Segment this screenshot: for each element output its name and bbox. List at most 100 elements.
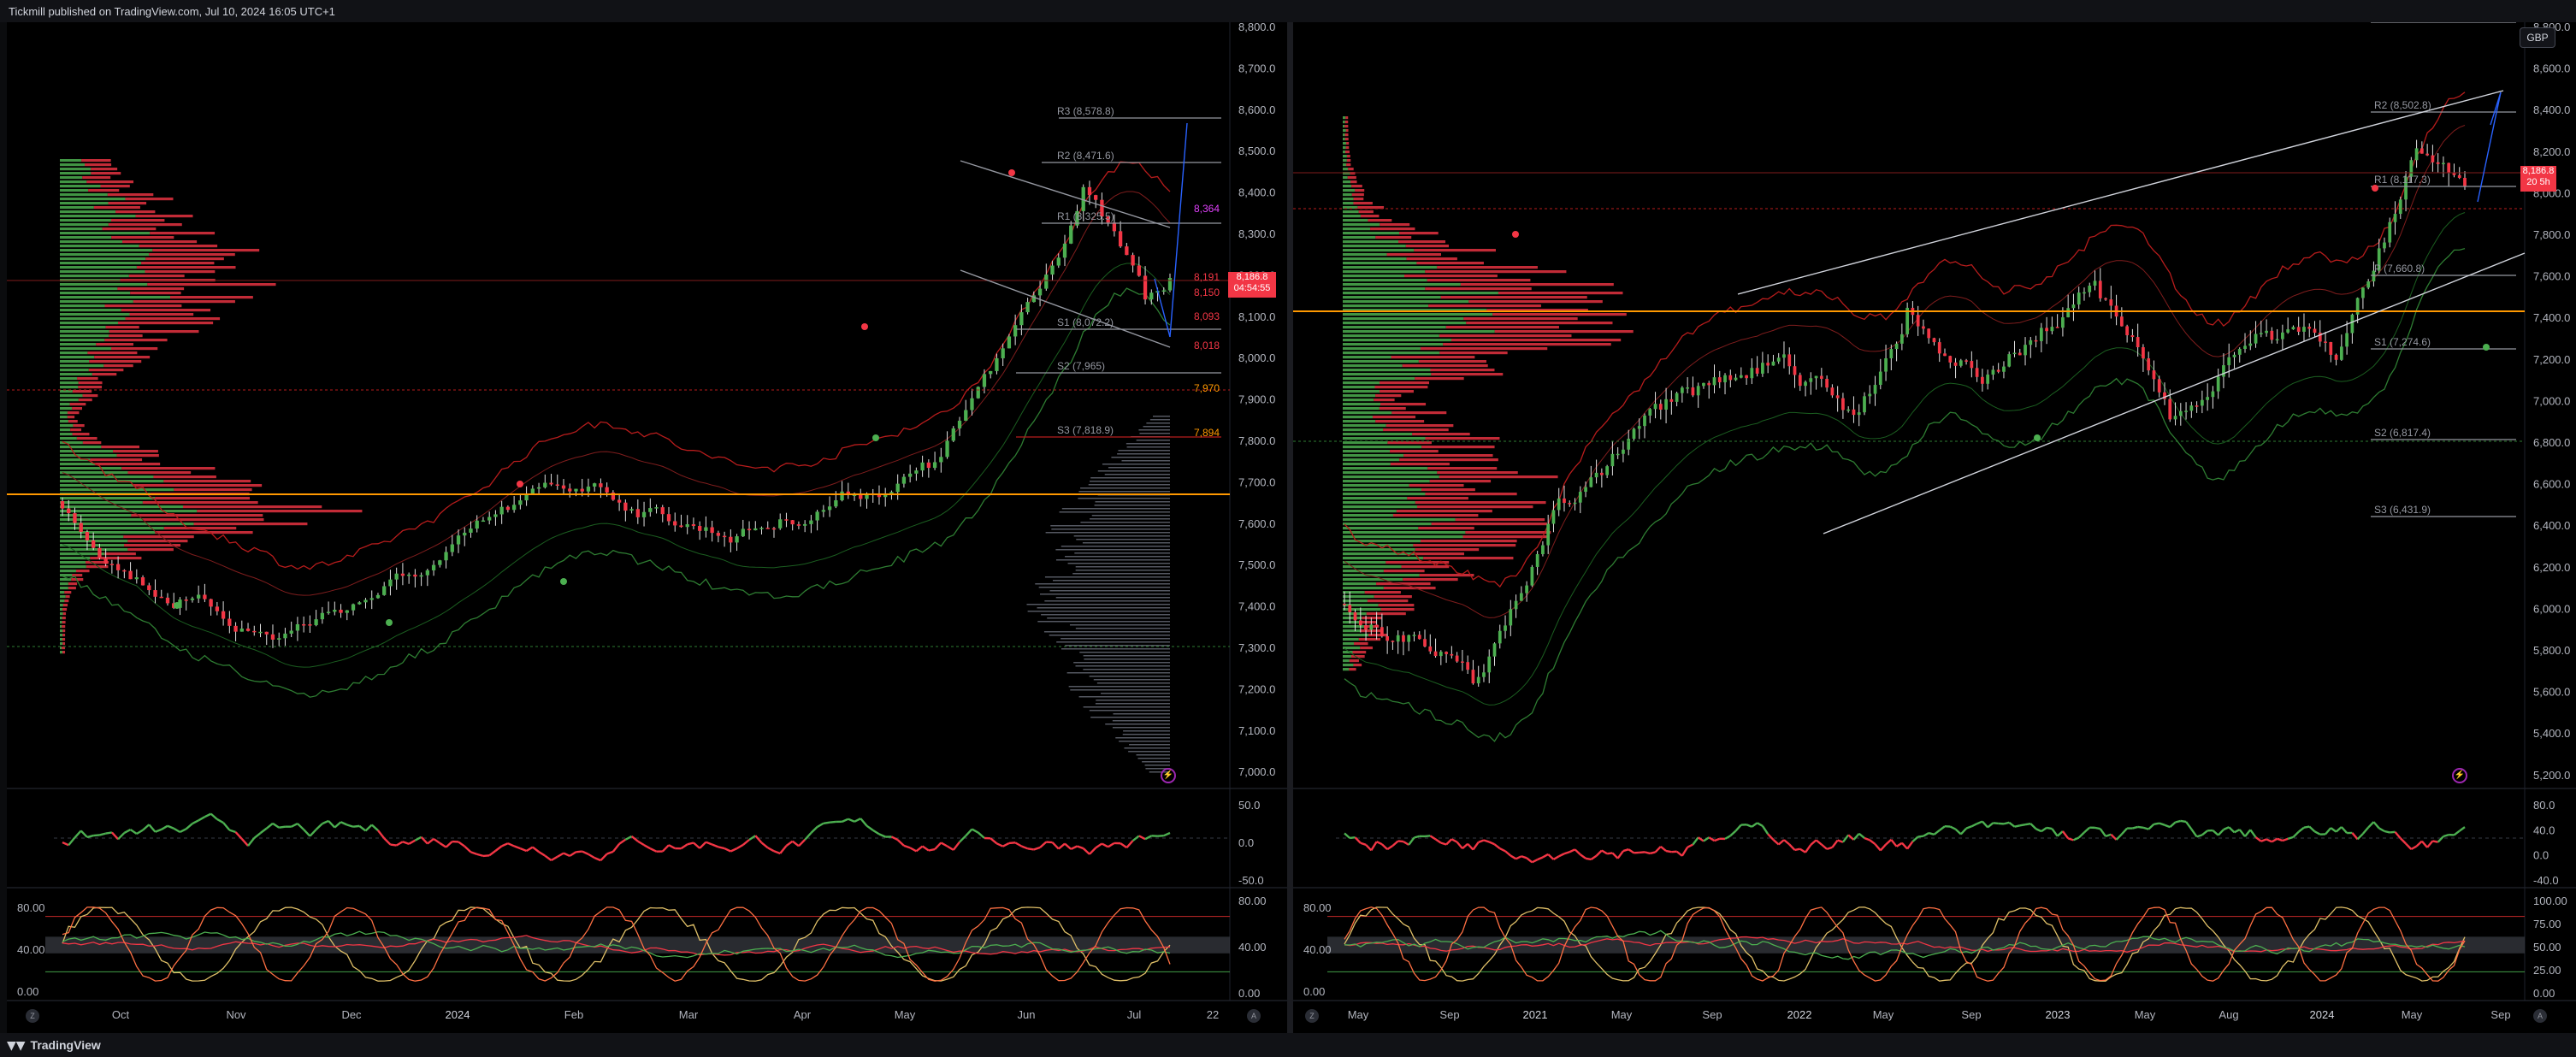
oscillator-segment: [2003, 821, 2010, 825]
candle-body: [1755, 368, 1759, 374]
volume-profile-sell-bar: [108, 223, 182, 227]
volume-profile-buy-bar: [1343, 236, 1376, 239]
volume-profile-buy-bar: [60, 574, 73, 577]
candle-body: [128, 570, 133, 580]
price-axis-label: 8,200.0: [2533, 145, 2570, 158]
candle-body: [586, 486, 591, 492]
price-axis-label: 7,600.0: [1238, 517, 1275, 530]
oscillator-segment: [1939, 825, 1946, 831]
tradingview-logo[interactable]: ▼▼ TradingView: [7, 1038, 101, 1053]
volume-profile-sell-bar: [128, 275, 185, 278]
volume-profile-buy-bar: [1343, 219, 1368, 222]
volume-profile-buy-bar: [60, 399, 79, 402]
oscillator-segment: [1757, 822, 1764, 827]
lightning-icon[interactable]: ⚡: [1161, 768, 1176, 783]
oscillator-segment: [1027, 847, 1035, 851]
volume-profile-buy-bar: [1343, 420, 1376, 423]
currency-badge[interactable]: GBP: [2520, 27, 2555, 48]
oscillator-segment: [2056, 830, 2064, 837]
volume-profile-buy-bar: [60, 257, 146, 261]
axis-a-button[interactable]: A: [2533, 1009, 2547, 1023]
volume-profile-sell-bar: [1347, 176, 1356, 180]
volume-profile-sell-bar: [1430, 369, 1495, 372]
candle-body: [765, 528, 770, 529]
volume-profile-buy-bar: [60, 236, 112, 239]
session-volume-bar: [1089, 676, 1170, 677]
oscillator-segment: [2378, 827, 2385, 833]
volume-profile-buy-bar: [1343, 334, 1439, 338]
candle-body: [2152, 370, 2156, 380]
right-chart-panel[interactable]: 8,800.08,600.08,400.08,200.08,000.07,800…: [1293, 22, 2576, 1033]
volume-profile-sell-bar: [86, 180, 134, 184]
oscillator-segment: [99, 832, 106, 836]
oscillator-segment: [1403, 841, 1409, 846]
volume-profile-sell-bar: [1414, 552, 1464, 556]
volume-profile-sell-bar: [85, 163, 112, 167]
volume-profile-buy-bar: [1343, 180, 1351, 184]
session-volume-bar: [1072, 573, 1170, 575]
volume-profile-buy-bar: [1343, 317, 1464, 321]
volume-profile-buy-bar: [60, 638, 63, 641]
price-axis-label: 7,400.0: [2533, 311, 2570, 324]
volume-profile-sell-bar: [121, 309, 211, 312]
axis-z-button[interactable]: Z: [1305, 1009, 1319, 1023]
panel-divider[interactable]: [1287, 22, 1293, 1033]
volume-profile-buy-bar: [1343, 300, 1469, 304]
candle-body: [1787, 354, 1792, 367]
candle-body: [140, 577, 145, 586]
candle-body: [2237, 349, 2242, 355]
volume-profile-sell-bar: [1373, 416, 1416, 419]
axis-a-button[interactable]: A: [1247, 1009, 1261, 1023]
volume-profile-buy-bar: [60, 467, 122, 470]
candle-body: [1878, 371, 1882, 386]
candle-body: [184, 599, 188, 601]
volume-profile-buy-bar: [60, 604, 63, 607]
oscillator-segment: [2372, 821, 2380, 830]
oscillator-segment: [396, 841, 404, 847]
volume-profile-buy-bar: [60, 608, 63, 611]
signal-dot: [861, 323, 868, 330]
oscillator-segment: [2077, 831, 2085, 839]
oscillator-segment: [173, 827, 181, 834]
volume-profile-buy-bar: [1343, 275, 1405, 278]
session-volume-bar: [1027, 611, 1170, 612]
session-volume-bar: [1112, 727, 1170, 729]
volume-profile-buy-bar: [60, 437, 77, 440]
volume-profile-sell-bar: [1346, 155, 1350, 158]
oscillator-segment: [1900, 841, 1909, 850]
session-volume-bar: [1101, 693, 1170, 694]
volume-profile-sell-bar: [1390, 450, 1439, 453]
axis-z-button[interactable]: Z: [26, 1009, 39, 1023]
candle-body: [1167, 278, 1173, 291]
volume-profile-buy-bar: [1343, 595, 1374, 599]
volume-profile-buy-bar: [1343, 159, 1347, 162]
volume-profile-sell-bar: [1425, 437, 1500, 440]
oscillator-segment: [1360, 841, 1367, 846]
stoch-left-axis-label: 0.00: [17, 985, 38, 998]
oscillator-segment: [693, 841, 700, 849]
volume-profile-sell-bar: [104, 552, 136, 556]
right-chart-canvas[interactable]: 8,800.08,600.08,400.08,200.08,000.07,800…: [1293, 22, 2576, 1033]
oscillator-segment: [2083, 826, 2091, 834]
volume-profile-sell-bar: [1425, 270, 1567, 274]
left-chart-canvas[interactable]: 8,800.0 8,700.0 8,600.0 8,500.0 8,400.0 8,300…: [7, 22, 1287, 1033]
oscillator-segment: [80, 830, 88, 838]
oscillator-segment: [1515, 855, 1522, 860]
time-axis-label: 2021: [1523, 1008, 1548, 1021]
oscillator-segment: [2271, 837, 2278, 843]
volume-profile-sell-bar: [1421, 446, 1495, 449]
volume-profile-sell-bar: [123, 535, 194, 539]
oscillator-segment: [1445, 838, 1453, 846]
last-price-tag: 8,186.8 04:54:55: [1228, 272, 1276, 298]
oscillator-segment: [1831, 839, 1839, 848]
candle-body: [1900, 334, 1904, 344]
oscillator-segment: [1928, 831, 1935, 836]
candle-body: [2442, 162, 2445, 165]
volume-profile-buy-bar: [60, 249, 153, 252]
candle-body: [2259, 333, 2263, 334]
oscillator-segment: [1734, 824, 1742, 832]
oscillator-segment: [525, 846, 534, 853]
lightning-icon[interactable]: ⚡: [2452, 768, 2467, 783]
left-chart-panel[interactable]: 8,800.0 8,700.0 8,600.0 8,500.0 8,400.0 8,300…: [7, 22, 1287, 1033]
oscillator-segment: [754, 835, 763, 844]
